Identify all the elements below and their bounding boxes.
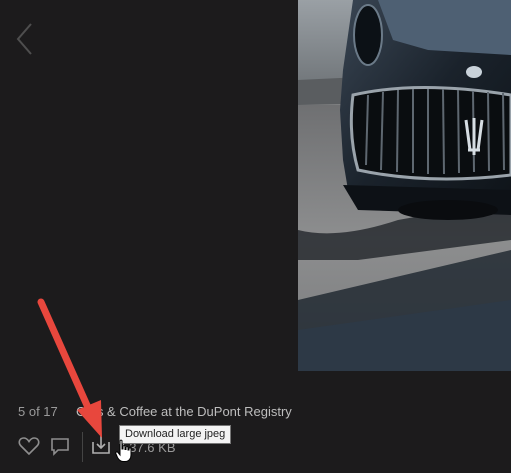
download-icon[interactable] bbox=[91, 434, 111, 456]
album-title-link[interactable]: Cars & Coffee at the DuPont Registry bbox=[76, 404, 292, 419]
back-button[interactable] bbox=[14, 22, 36, 56]
photo-counter: 5 of 17 bbox=[18, 404, 58, 419]
download-tooltip: Download large jpeg bbox=[119, 425, 232, 444]
hand-cursor-icon bbox=[115, 439, 132, 462]
photo-image bbox=[298, 0, 511, 371]
photo-viewer: 5 of 17 Cars & Coffee at the DuPont Regi… bbox=[0, 0, 511, 473]
action-divider bbox=[82, 432, 83, 462]
comment-icon[interactable] bbox=[49, 436, 71, 456]
chevron-left-icon bbox=[16, 23, 32, 55]
heart-icon[interactable] bbox=[18, 436, 40, 456]
